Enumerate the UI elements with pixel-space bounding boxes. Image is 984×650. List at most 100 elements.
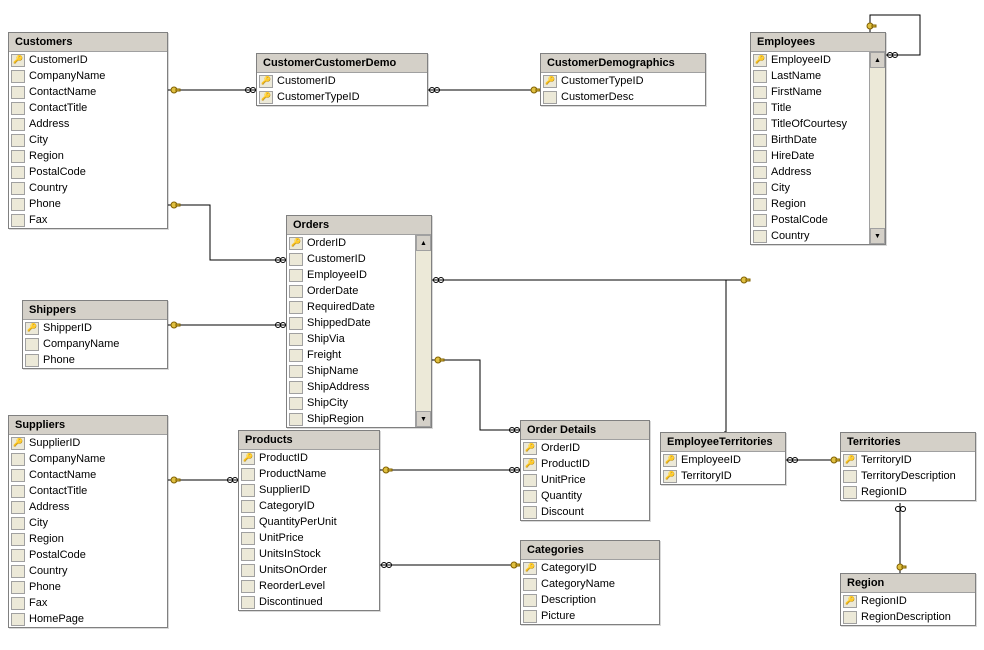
column-row[interactable]: PostalCode [751,212,869,228]
column-row[interactable]: Country [751,228,869,244]
column-row[interactable]: Picture [521,608,659,624]
column-row[interactable]: EmployeeID [287,267,415,283]
column-row[interactable]: Address [751,164,869,180]
column-row[interactable]: ContactName [9,467,167,483]
column-row[interactable]: 🔑CategoryID [521,560,659,576]
column-row[interactable]: UnitsInStock [239,546,379,562]
table-header[interactable]: Products [239,431,379,450]
scroll-up-icon[interactable]: ▲ [870,52,885,68]
column-row[interactable]: Discontinued [239,594,379,610]
table-customers[interactable]: Customers 🔑CustomerIDCompanyNameContactN… [8,32,168,229]
table-header[interactable]: Employees [751,33,885,52]
table-customerdemographics[interactable]: CustomerDemographics 🔑CustomerTypeIDCust… [540,53,706,106]
column-row[interactable]: City [9,132,167,148]
column-row[interactable]: 🔑OrderID [287,235,415,251]
column-row[interactable]: RegionID [841,484,975,500]
column-row[interactable]: Address [9,499,167,515]
column-row[interactable]: SupplierID [239,482,379,498]
column-row[interactable]: 🔑RegionID [841,593,975,609]
column-row[interactable]: 🔑OrderID [521,440,649,456]
column-row[interactable]: Region [751,196,869,212]
table-categories[interactable]: Categories 🔑CategoryIDCategoryNameDescri… [520,540,660,625]
column-row[interactable]: QuantityPerUnit [239,514,379,530]
column-row[interactable]: 🔑CustomerID [9,52,167,68]
table-header[interactable]: Suppliers [9,416,167,435]
column-row[interactable]: CompanyName [9,451,167,467]
table-region[interactable]: Region 🔑RegionIDRegionDescription [840,573,976,626]
column-row[interactable]: TitleOfCourtesy [751,116,869,132]
column-row[interactable]: Region [9,148,167,164]
column-row[interactable]: CustomerDesc [541,89,705,105]
column-row[interactable]: Country [9,180,167,196]
table-products[interactable]: Products 🔑ProductIDProductNameSupplierID… [238,430,380,611]
table-orderdetails[interactable]: Order Details 🔑OrderID🔑ProductIDUnitPric… [520,420,650,521]
table-header[interactable]: Categories [521,541,659,560]
column-row[interactable]: PostalCode [9,547,167,563]
column-row[interactable]: Description [521,592,659,608]
column-row[interactable]: ShipCity [287,395,415,411]
column-row[interactable]: 🔑SupplierID [9,435,167,451]
scrollbar[interactable]: ▲ ▼ [415,235,431,427]
column-row[interactable]: FirstName [751,84,869,100]
table-orders[interactable]: Orders 🔑OrderIDCustomerIDEmployeeIDOrder… [286,215,432,428]
column-row[interactable]: 🔑EmployeeID [661,452,785,468]
table-header[interactable]: Shippers [23,301,167,320]
table-header[interactable]: Orders [287,216,431,235]
column-row[interactable]: 🔑CustomerTypeID [257,89,427,105]
column-row[interactable]: ContactTitle [9,100,167,116]
column-row[interactable]: Title [751,100,869,116]
column-row[interactable]: City [9,515,167,531]
column-row[interactable]: ShipName [287,363,415,379]
column-row[interactable]: ShipVia [287,331,415,347]
column-row[interactable]: 🔑ProductID [521,456,649,472]
column-row[interactable]: CategoryName [521,576,659,592]
column-row[interactable]: 🔑TerritoryID [661,468,785,484]
table-employeeterritories[interactable]: EmployeeTerritories 🔑EmployeeID🔑Territor… [660,432,786,485]
column-row[interactable]: 🔑ShipperID [23,320,167,336]
column-row[interactable]: 🔑EmployeeID [751,52,869,68]
table-header[interactable]: Customers [9,33,167,52]
table-header[interactable]: Order Details [521,421,649,440]
column-row[interactable]: Address [9,116,167,132]
column-row[interactable]: UnitPrice [239,530,379,546]
table-header[interactable]: CustomerDemographics [541,54,705,73]
column-row[interactable]: PostalCode [9,164,167,180]
column-row[interactable]: Discount [521,504,649,520]
table-employees[interactable]: Employees 🔑EmployeeIDLastNameFirstNameTi… [750,32,886,245]
column-row[interactable]: 🔑CustomerID [257,73,427,89]
table-header[interactable]: CustomerCustomerDemo [257,54,427,73]
column-row[interactable]: ShipRegion [287,411,415,427]
column-row[interactable]: OrderDate [287,283,415,299]
table-suppliers[interactable]: Suppliers 🔑SupplierIDCompanyNameContactN… [8,415,168,628]
column-row[interactable]: Fax [9,212,167,228]
column-row[interactable]: Phone [9,579,167,595]
column-row[interactable]: CompanyName [9,68,167,84]
column-row[interactable]: Country [9,563,167,579]
table-header[interactable]: Region [841,574,975,593]
column-row[interactable]: UnitsOnOrder [239,562,379,578]
column-row[interactable]: HireDate [751,148,869,164]
table-customercustomerdemo[interactable]: CustomerCustomerDemo 🔑CustomerID🔑Custome… [256,53,428,106]
column-row[interactable]: CompanyName [23,336,167,352]
column-row[interactable]: UnitPrice [521,472,649,488]
column-row[interactable]: ShippedDate [287,315,415,331]
column-row[interactable]: BirthDate [751,132,869,148]
column-row[interactable]: ShipAddress [287,379,415,395]
scroll-up-icon[interactable]: ▲ [416,235,431,251]
table-header[interactable]: Territories [841,433,975,452]
column-row[interactable]: 🔑TerritoryID [841,452,975,468]
column-row[interactable]: Fax [9,595,167,611]
scroll-down-icon[interactable]: ▼ [416,411,431,427]
table-header[interactable]: EmployeeTerritories [661,433,785,452]
column-row[interactable]: 🔑CustomerTypeID [541,73,705,89]
column-row[interactable]: ProductName [239,466,379,482]
column-row[interactable]: Freight [287,347,415,363]
column-row[interactable]: 🔑ProductID [239,450,379,466]
diagram-canvas[interactable]: Customers 🔑CustomerIDCompanyNameContactN… [0,0,984,650]
table-shippers[interactable]: Shippers 🔑ShipperIDCompanyNamePhone [22,300,168,369]
column-row[interactable]: City [751,180,869,196]
column-row[interactable]: LastName [751,68,869,84]
scrollbar[interactable]: ▲ ▼ [869,52,885,244]
column-row[interactable]: CustomerID [287,251,415,267]
column-row[interactable]: Phone [9,196,167,212]
